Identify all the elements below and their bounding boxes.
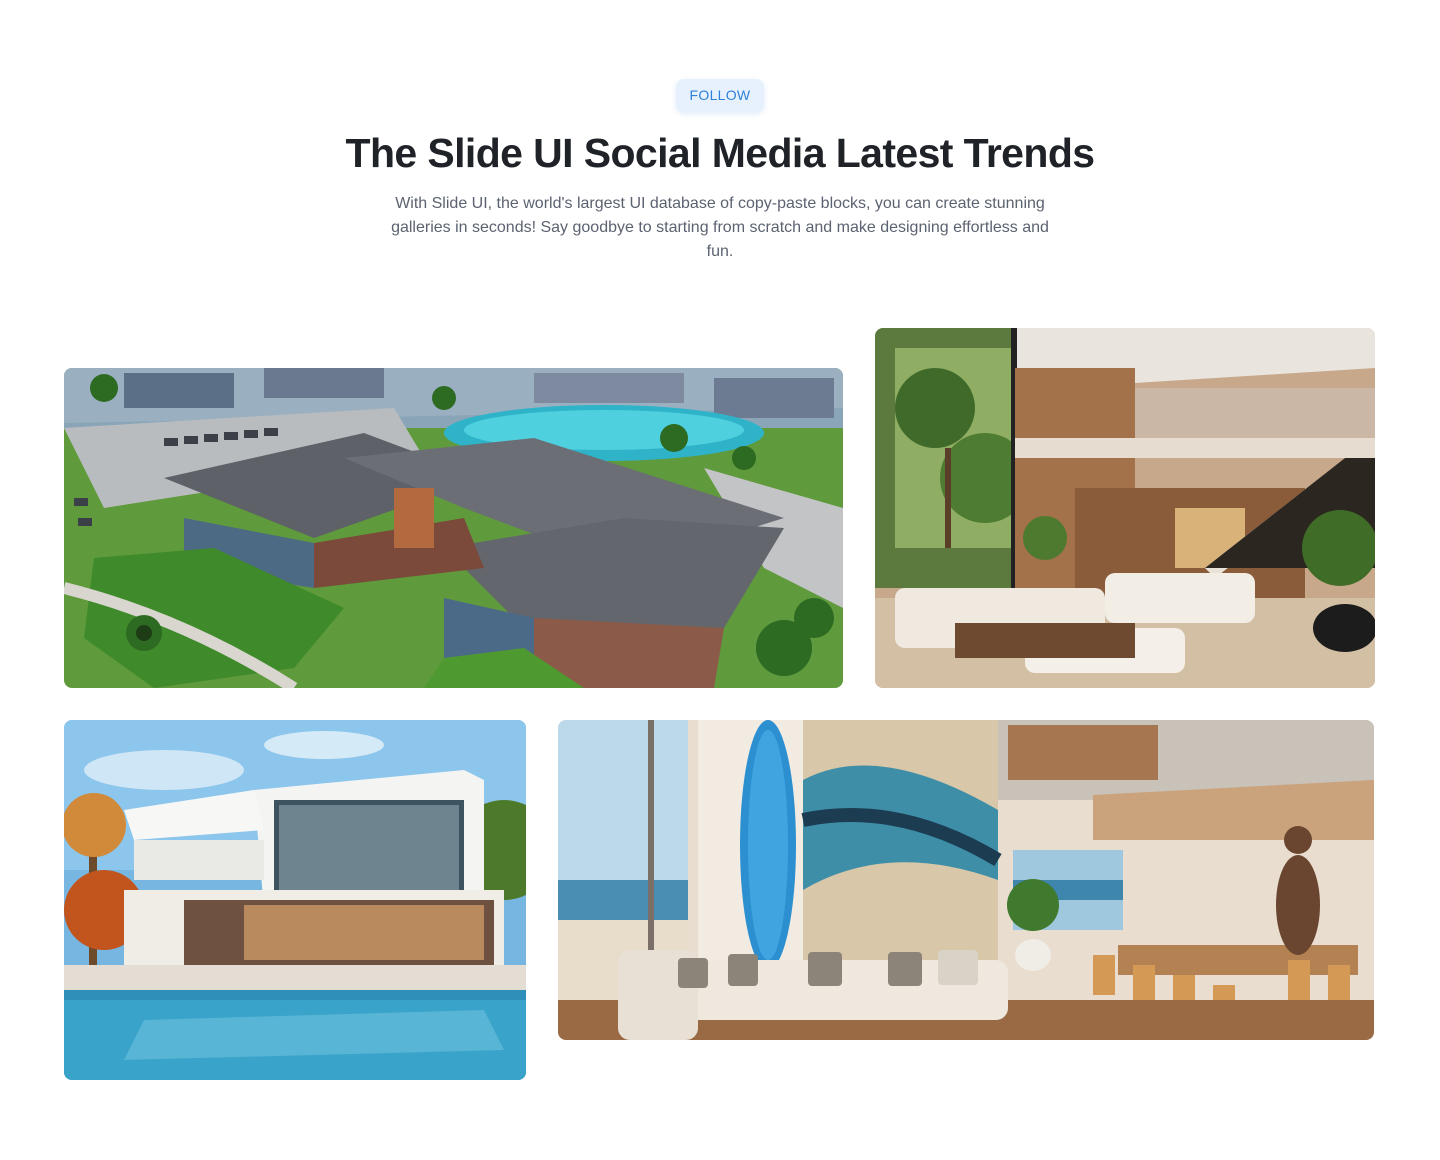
gallery-image-beach-house[interactable] bbox=[558, 720, 1374, 1040]
villa-pool-illustration bbox=[64, 720, 526, 1080]
aerial-complex-illustration bbox=[64, 368, 843, 688]
section-description: With Slide UI, the world's largest UI da… bbox=[391, 195, 1049, 260]
living-room-illustration bbox=[875, 328, 1375, 688]
gallery-image-villa-pool[interactable] bbox=[64, 720, 526, 1080]
beach-house-illustration bbox=[558, 720, 1374, 1040]
gallery-image-living-room[interactable] bbox=[875, 328, 1375, 688]
gallery-image-aerial-complex[interactable] bbox=[64, 368, 843, 688]
section-title: The Slide UI Social Media Latest Trends bbox=[345, 130, 1096, 176]
gallery-section: FOLLOW The Slide UI Social Media Latest … bbox=[0, 0, 1440, 1160]
follow-badge[interactable]: FOLLOW bbox=[676, 79, 764, 112]
